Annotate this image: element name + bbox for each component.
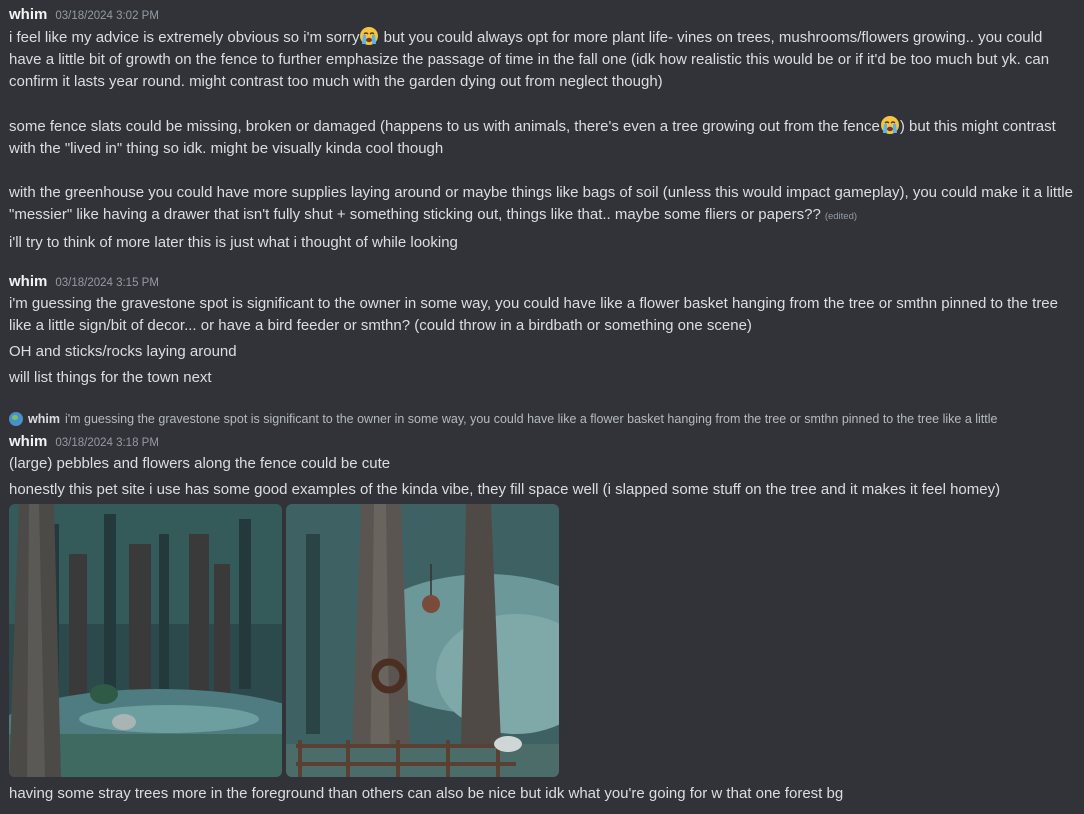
- tree-with-wreath-scene-image[interactable]: [286, 504, 559, 777]
- message-text: some fence slats could be missing, broke…: [9, 115, 1076, 160]
- loudly-crying-face-emoji-icon: [880, 116, 899, 134]
- message-text: OH and sticks/rocks laying around: [9, 343, 237, 360]
- forest-scene-image[interactable]: [9, 504, 282, 777]
- reply-preview: i'm guessing the gravestone spot is sign…: [64, 412, 998, 426]
- loudly-crying-face-emoji-icon: [360, 27, 379, 45]
- message-text: with the greenhouse you could have more …: [9, 184, 1073, 223]
- message-group-3: whim 03/18/2024 3:18 PM (large) pebbles …: [9, 431, 1076, 501]
- message-text: i feel like my advice is extremely obvio…: [9, 26, 1076, 93]
- message-text: i'm guessing the gravestone spot is sign…: [9, 295, 1058, 334]
- message-text: (large) pebbles and flowers along the fe…: [9, 455, 391, 472]
- reply-avatar-icon: [9, 412, 23, 426]
- edited-label: (edited): [824, 211, 858, 222]
- message-text: honestly this pet site i use has some go…: [9, 481, 1001, 498]
- author-name[interactable]: whim: [9, 431, 47, 453]
- tree-wreath-illustration: [286, 504, 559, 777]
- message-timestamp: 03/18/2024 3:02 PM: [55, 10, 159, 22]
- message-text: having some stray trees more in the fore…: [9, 785, 844, 802]
- message-text: i'll try to think of more later this is …: [9, 234, 458, 251]
- message-text: will list things for the town next: [9, 369, 212, 386]
- reply-author: whim: [28, 412, 60, 426]
- author-name[interactable]: whim: [9, 4, 47, 26]
- message-timestamp: 03/18/2024 3:15 PM: [55, 277, 159, 289]
- reply-reference[interactable]: whim i'm guessing the gravestone spot is…: [9, 409, 1079, 429]
- author-name[interactable]: whim: [9, 271, 47, 293]
- forest-scene-illustration: [9, 504, 282, 777]
- message-group-1: whim 03/18/2024 3:02 PM i feel like my a…: [9, 4, 1076, 254]
- message-timestamp: 03/18/2024 3:18 PM: [55, 437, 159, 449]
- message-group-2: whim 03/18/2024 3:15 PM i'm guessing the…: [9, 271, 1076, 389]
